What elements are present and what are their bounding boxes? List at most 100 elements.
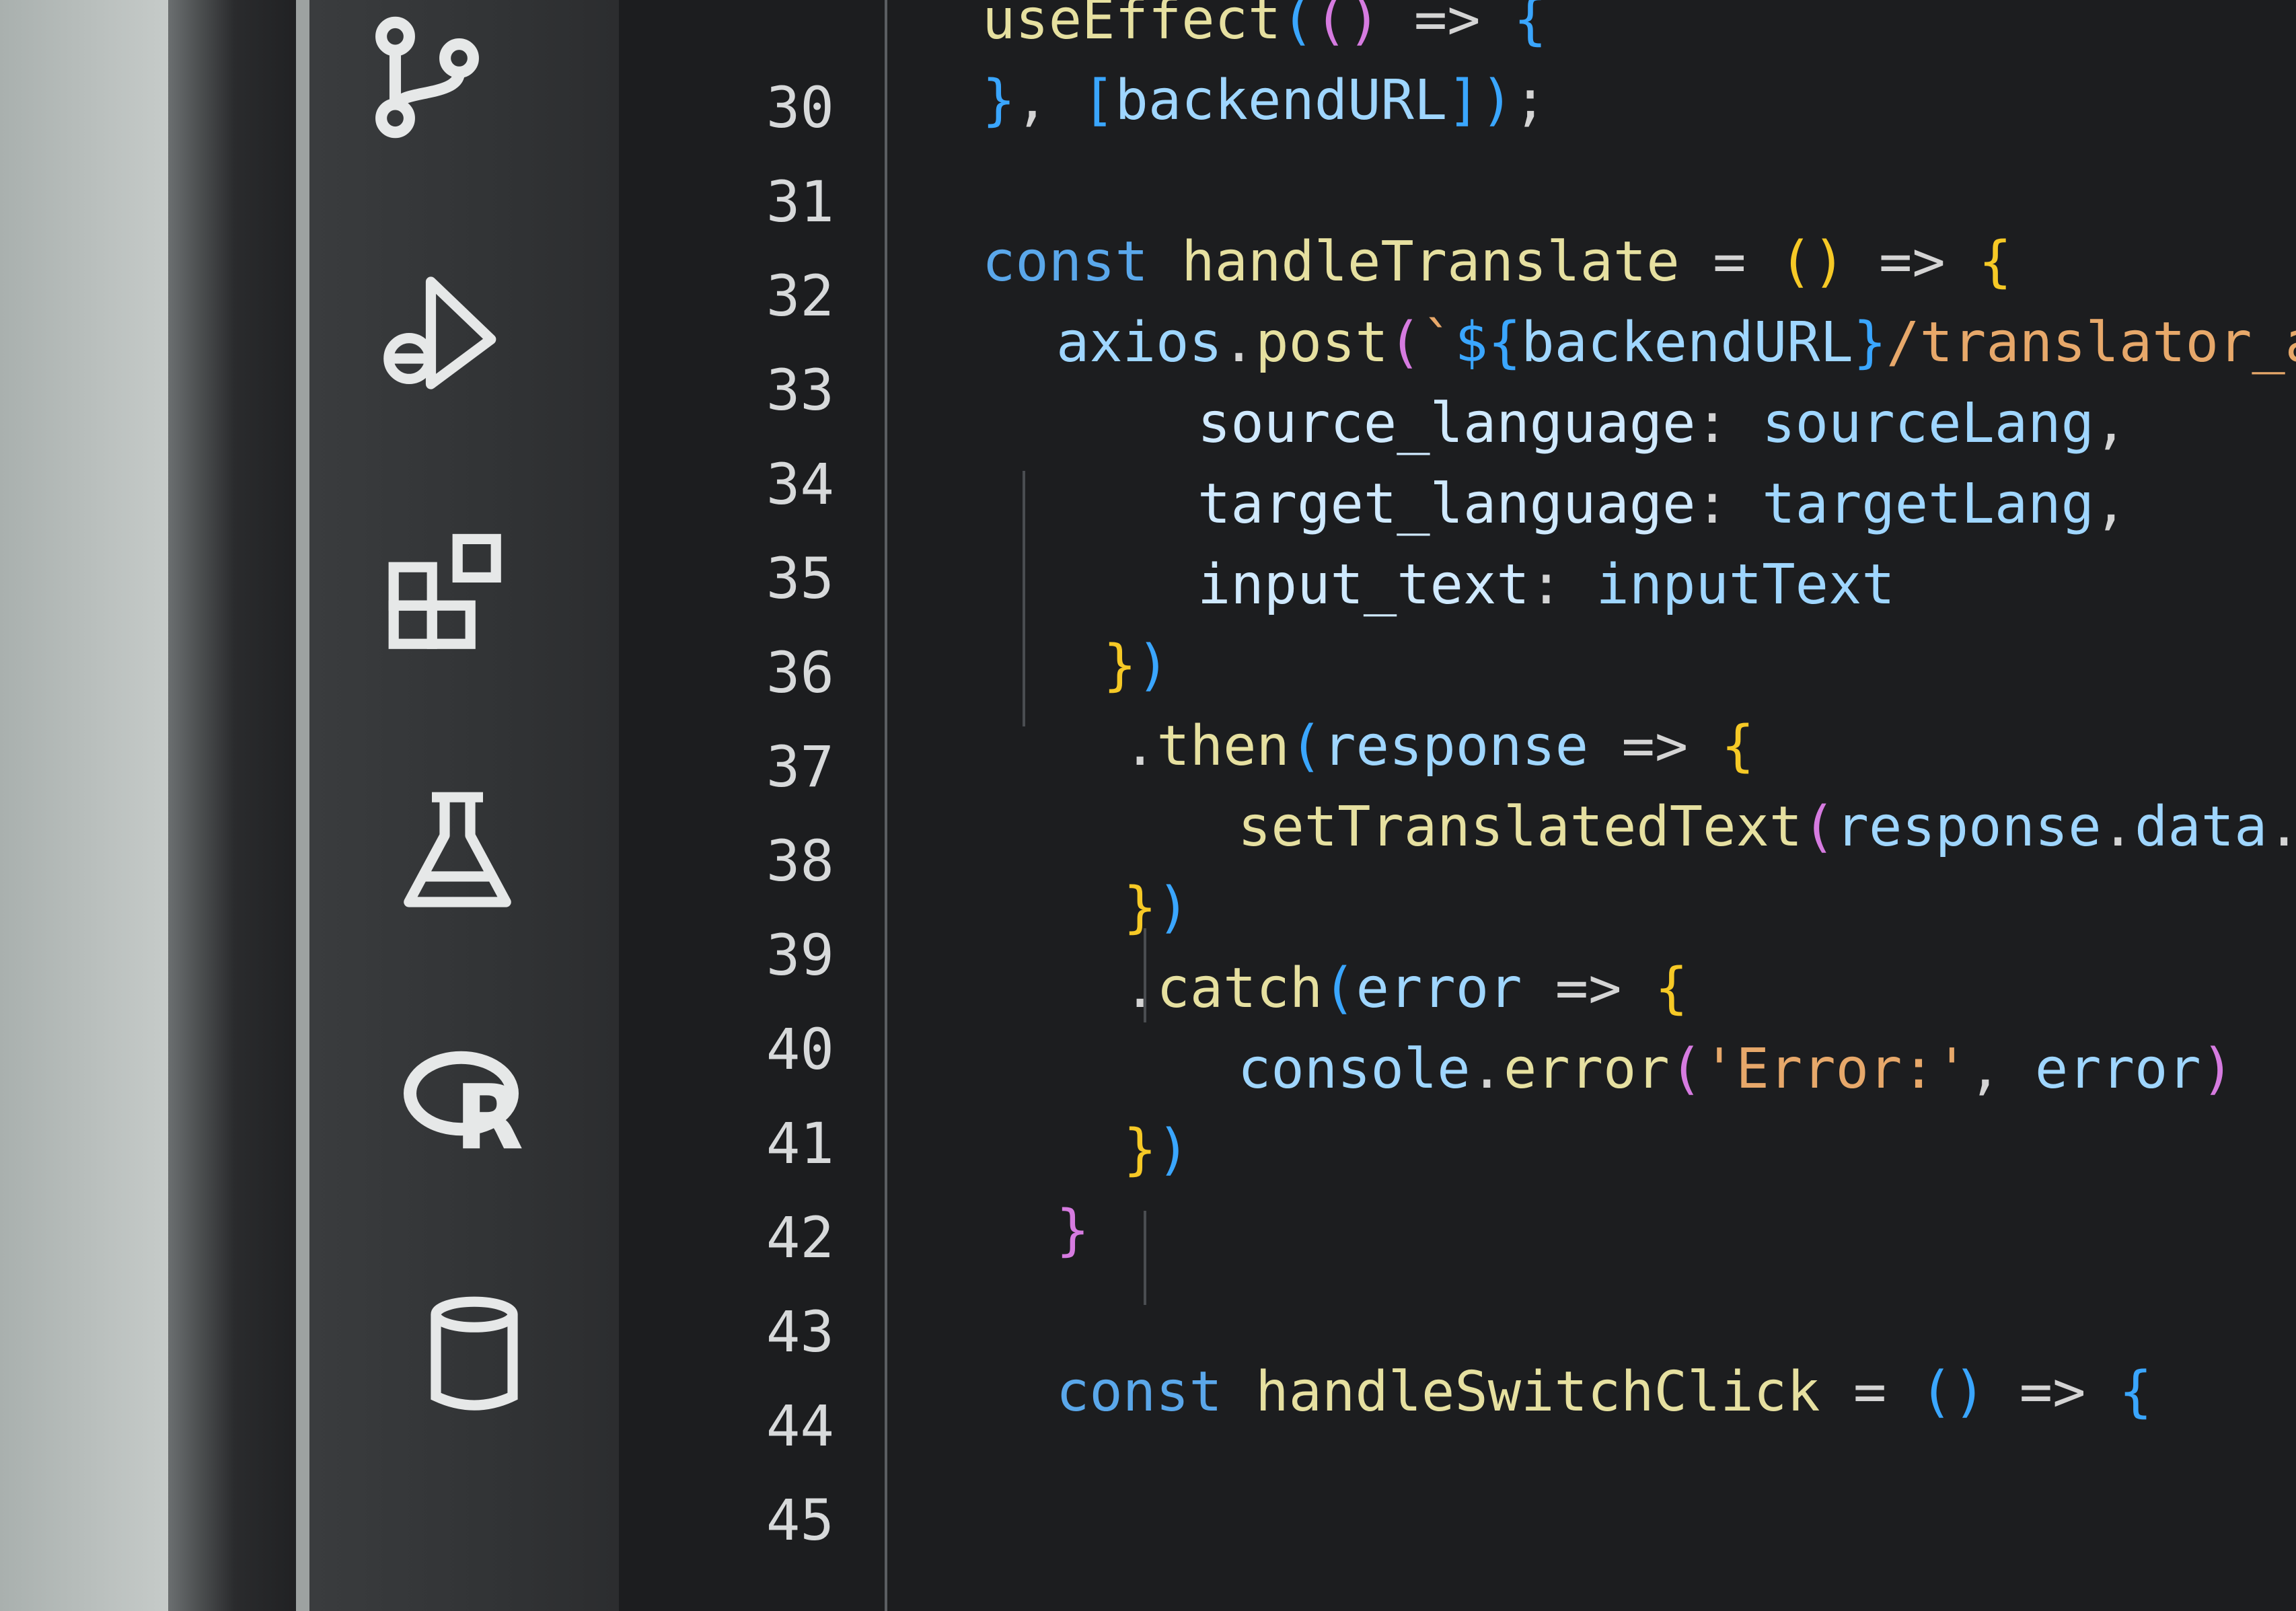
- code-line[interactable]: }: [1056, 1184, 1089, 1278]
- code-token: [: [1082, 69, 1115, 133]
- activity-bar: R: [296, 0, 632, 1611]
- code-token: ,: [2094, 472, 2128, 536]
- code-token: /translator_app/`: [1886, 311, 2296, 375]
- code-token: then: [1156, 714, 1290, 778]
- code-token: {: [1513, 0, 1547, 52]
- code-token: (): [1919, 1360, 1987, 1424]
- code-token: ]): [1447, 69, 1514, 133]
- code-line[interactable]: .catch(error => {: [1123, 942, 1688, 1036]
- code-token: target_language: [1197, 472, 1696, 536]
- code-token: :: [1529, 553, 1596, 617]
- code-token: response: [1835, 795, 2102, 859]
- code-token: (): [1314, 0, 1381, 52]
- code-line[interactable]: const handleSwitchClick = () => {: [1056, 1345, 2152, 1439]
- code-token: (): [1779, 230, 1846, 294]
- code-token: =: [1820, 1360, 1920, 1424]
- code-token: {: [1721, 714, 1755, 778]
- line-number: 30: [766, 75, 834, 141]
- code-token: catch: [1156, 957, 1323, 1020]
- code-line[interactable]: setTranslatedText(response.data.translat…: [1238, 780, 2296, 874]
- indent-guide: [1144, 1211, 1146, 1305]
- code-token: axios: [1056, 311, 1222, 375]
- code-token: }: [1103, 634, 1137, 698]
- code-token: handleSwitchClick: [1255, 1360, 1820, 1424]
- code-token: console: [1238, 1037, 1471, 1101]
- line-number: 34: [766, 451, 834, 517]
- code-token: input_text: [1197, 553, 1530, 617]
- line-number: 32: [766, 263, 834, 329]
- code-token: ): [1156, 876, 1190, 940]
- code-token: backendURL: [1115, 69, 1448, 133]
- code-token: 'Error:': [1703, 1037, 1969, 1101]
- code-token: .: [2267, 795, 2296, 859]
- line-number: 39: [766, 922, 834, 988]
- code-token: =>: [1845, 230, 1979, 294]
- line-number: 44: [766, 1393, 834, 1459]
- code-line[interactable]: axios.post(`${backendURL}/translator_app…: [1056, 296, 2296, 390]
- code-token: ,: [1015, 69, 1082, 133]
- code-token: backendURL: [1521, 311, 1853, 375]
- code-editor[interactable]: 30 31 32 33 34 35 36 37 38 39 40 41 42 43 44 45 useEffe…: [619, 0, 2296, 1611]
- code-line[interactable]: target_language: targetLang,: [1197, 457, 2127, 552]
- code-token: `: [1421, 311, 1455, 375]
- code-token: ,: [1968, 1037, 2035, 1101]
- database-icon[interactable]: [410, 1291, 538, 1419]
- code-line[interactable]: }): [1103, 619, 1170, 713]
- code-token: (: [1388, 311, 1422, 375]
- code-token: post: [1255, 311, 1388, 375]
- code-area[interactable]: useEffect(() => {}, [backendURL]); const …: [901, 0, 2296, 1611]
- r-language-icon[interactable]: R: [404, 1036, 531, 1164]
- code-token: (: [1669, 1037, 1703, 1101]
- code-token: handleTranslate: [1181, 230, 1680, 294]
- extensions-icon[interactable]: [383, 531, 511, 659]
- code-token: :: [1695, 472, 1763, 536]
- code-token: error: [2034, 1037, 2201, 1101]
- code-token: .: [1123, 957, 1157, 1020]
- code-token: }: [1853, 311, 1887, 375]
- code-token: targetLang: [1762, 472, 2094, 536]
- code-token: {: [1654, 957, 1689, 1020]
- code-line[interactable]: const handleTranslate = () => {: [982, 215, 2011, 309]
- source-control-icon[interactable]: [363, 13, 491, 141]
- gutter-separator: [885, 0, 887, 1611]
- code-token: =>: [1588, 714, 1721, 778]
- code-line[interactable]: console.error('Error:', error): [1238, 1022, 2234, 1117]
- code-token: error: [1503, 1037, 1670, 1101]
- code-token: const: [982, 230, 1182, 294]
- code-token: =>: [1380, 0, 1514, 52]
- code-token: =>: [1986, 1360, 2119, 1424]
- run-debug-icon[interactable]: [373, 269, 501, 397]
- code-token: useEffect: [982, 0, 1282, 52]
- code-token: ): [1136, 634, 1170, 698]
- line-number: 41: [766, 1111, 834, 1176]
- svg-text:R: R: [455, 1066, 523, 1164]
- code-token: sourceLang: [1762, 391, 2094, 455]
- code-token: (: [1289, 714, 1323, 778]
- code-token: .: [1222, 311, 1256, 375]
- testing-icon[interactable]: [394, 787, 521, 915]
- code-token: }: [1123, 1118, 1157, 1182]
- code-token: ,: [2094, 391, 2128, 455]
- code-token: }: [1056, 1199, 1090, 1263]
- code-token: response: [1323, 714, 1589, 778]
- line-number: 36: [766, 640, 834, 706]
- line-number: 42: [766, 1205, 834, 1271]
- code-token: }: [1123, 876, 1157, 940]
- line-number: 38: [766, 828, 834, 894]
- code-token: =: [1679, 230, 1779, 294]
- code-token: setTranslatedText: [1238, 795, 1803, 859]
- code-line[interactable]: .then(response => {: [1123, 700, 1754, 794]
- code-line[interactable]: }): [1123, 861, 1190, 955]
- code-token: =>: [1522, 957, 1655, 1020]
- line-number: 35: [766, 546, 834, 611]
- code-token: source_language: [1197, 391, 1696, 455]
- code-line[interactable]: }, [backendURL]);: [982, 54, 1547, 148]
- code-line[interactable]: input_text: inputText: [1197, 538, 1895, 632]
- code-line[interactable]: source_language: sourceLang,: [1197, 377, 2127, 471]
- code-token: ${: [1454, 311, 1522, 375]
- indent-guide: [1023, 471, 1025, 726]
- code-token: {: [2118, 1360, 2153, 1424]
- line-number: 45: [766, 1487, 834, 1553]
- code-token: .: [2101, 795, 2135, 859]
- code-line[interactable]: }): [1123, 1103, 1190, 1197]
